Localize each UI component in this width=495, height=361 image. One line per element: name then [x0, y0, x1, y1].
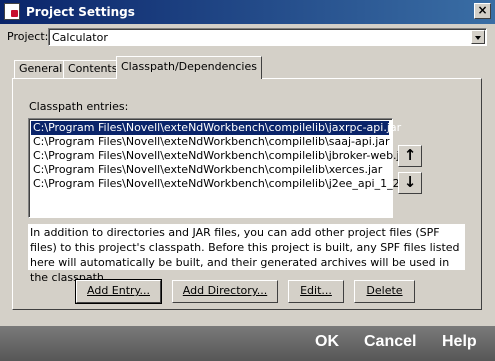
window-title: Project Settings [26, 5, 135, 19]
delete-button[interactable]: Delete [354, 280, 415, 303]
move-up-button[interactable]: ↑ [398, 145, 422, 167]
tab-general[interactable]: General [14, 60, 68, 78]
list-item[interactable]: C:\Program Files\Novell\exteNdWorkbench\… [31, 135, 390, 149]
close-button[interactable]: × [474, 3, 491, 19]
chevron-down-icon[interactable] [471, 30, 485, 44]
tab-classpath-dependencies[interactable]: Classpath/Dependencies [116, 56, 262, 79]
classpath-list[interactable]: C:\Program Files\Novell\exteNdWorkbench\… [28, 118, 417, 218]
delete-label: Delete [366, 284, 403, 297]
add-directory-label: Add Directory... [182, 284, 268, 297]
add-entry-label: Add Entry... [87, 284, 150, 297]
tab-contents[interactable]: Contents [63, 60, 123, 78]
project-dropdown[interactable]: Calculator [48, 28, 487, 46]
ok-button[interactable]: OK [315, 333, 339, 351]
list-item[interactable]: C:\Program Files\Novell\exteNdWorkbench\… [31, 177, 417, 191]
classpath-entries-label: Classpath entries: [29, 100, 129, 113]
arrow-up-icon: ↑ [403, 146, 417, 164]
project-label: Project: [7, 30, 49, 43]
list-item[interactable]: C:\Program Files\Novell\exteNdWorkbench\… [31, 163, 389, 177]
add-directory-button[interactable]: Add Directory... [172, 280, 278, 303]
help-button[interactable]: Help [442, 333, 477, 351]
arrow-down-icon: ↓ [403, 173, 417, 191]
classpath-help-text: In addition to directories and JAR files… [28, 224, 465, 284]
title-bar: Project Settings × [0, 0, 495, 24]
add-entry-button[interactable]: Add Entry... [75, 279, 162, 304]
list-item[interactable]: C:\Program Files\Novell\exteNdWorkbench\… [31, 121, 401, 135]
edit-label: Edit... [300, 284, 332, 297]
project-dropdown-value: Calculator [52, 31, 108, 44]
move-down-button[interactable]: ↓ [398, 172, 422, 194]
cancel-button[interactable]: Cancel [364, 333, 416, 351]
list-item[interactable]: C:\Program Files\Novell\exteNdWorkbench\… [31, 149, 411, 163]
edit-button[interactable]: Edit... [288, 280, 344, 303]
project-app-icon [4, 3, 20, 20]
dialog-footer: OK Cancel Help [0, 326, 495, 361]
